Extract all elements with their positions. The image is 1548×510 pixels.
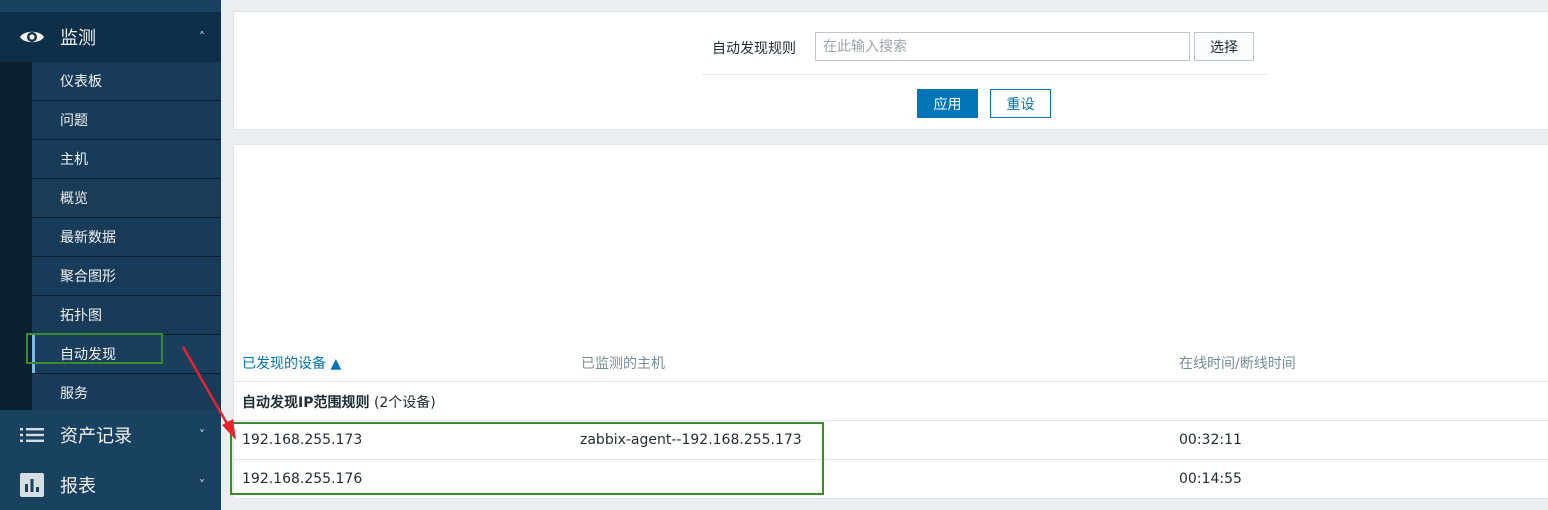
sidebar-top-strip: [0, 0, 221, 12]
sidebar: 监测 ˄ 仪表板 问题 主机 概览 最新数据 聚合图形 拓扑图 自动发现 服务 …: [0, 0, 221, 510]
reset-button[interactable]: 重设: [990, 89, 1051, 118]
menu-inventory-label: 资产记录: [60, 426, 132, 447]
chevron-up-icon: ˄: [199, 30, 205, 44]
submenu-item-label: 拓扑图: [60, 308, 102, 324]
apply-button[interactable]: 应用: [917, 89, 978, 118]
submenu-overview[interactable]: 概览: [32, 179, 221, 217]
submenu-hosts[interactable]: 主机: [32, 140, 221, 178]
submenu-item-label: 问题: [60, 113, 88, 129]
uptime-value: 00:14:55: [1179, 471, 1242, 487]
uptime-value: 00:32:11: [1179, 432, 1242, 448]
group-row: 自动发现IP范围规则 (2个设备): [242, 392, 436, 412]
submenu-item-label: 主机: [60, 152, 88, 168]
submenu-item-label: 服务: [60, 386, 88, 402]
chevron-down-icon: ˅: [199, 478, 205, 492]
submenu-services[interactable]: 服务: [32, 374, 221, 412]
group-count: (2个设备): [373, 395, 436, 411]
submenu-item-label: 聚合图形: [60, 269, 116, 285]
bar-chart-icon: [19, 472, 45, 498]
annotation-box-discovery-menu: [26, 333, 163, 364]
submenu-item-label: 仪表板: [60, 74, 102, 90]
column-header-device[interactable]: 已发现的设备 ▲: [242, 353, 341, 373]
menu-inventory[interactable]: 资产记录 ˅: [0, 410, 221, 460]
chevron-down-icon: ˅: [199, 428, 205, 442]
menu-monitor[interactable]: 监测 ˄: [0, 12, 221, 62]
submenu-item-label: 最新数据: [60, 230, 116, 246]
filter-panel: 自动发现规则 选择 应用 重设: [233, 11, 1548, 130]
filter-divider: [702, 74, 1267, 75]
submenu-problems[interactable]: 问题: [32, 101, 221, 139]
annotation-box-discovered-rows: [230, 422, 824, 495]
menu-monitor-label: 监测: [60, 28, 96, 49]
submenu-latest-data[interactable]: 最新数据: [32, 218, 221, 256]
row-divider: [234, 420, 1548, 421]
select-button[interactable]: 选择: [1194, 32, 1254, 61]
submenu-screens[interactable]: 聚合图形: [32, 257, 221, 295]
list-icon: [19, 422, 45, 448]
discovery-rule-search-input[interactable]: [815, 32, 1190, 61]
discovery-rule-label: 自动发现规则: [712, 41, 796, 57]
menu-reports[interactable]: 报表 ˅: [0, 460, 221, 510]
header-divider: [234, 381, 1548, 382]
eye-icon: [19, 24, 45, 50]
submenu-maps[interactable]: 拓扑图: [32, 296, 221, 334]
column-header-uptime: 在线时间/断线时间: [1179, 356, 1296, 372]
submenu-item-label: 概览: [60, 191, 88, 207]
group-name: 自动发现IP范围规则: [242, 395, 370, 411]
menu-reports-label: 报表: [60, 476, 96, 497]
submenu-dashboard[interactable]: 仪表板: [32, 62, 221, 100]
column-header-host: 已监测的主机: [581, 356, 665, 372]
